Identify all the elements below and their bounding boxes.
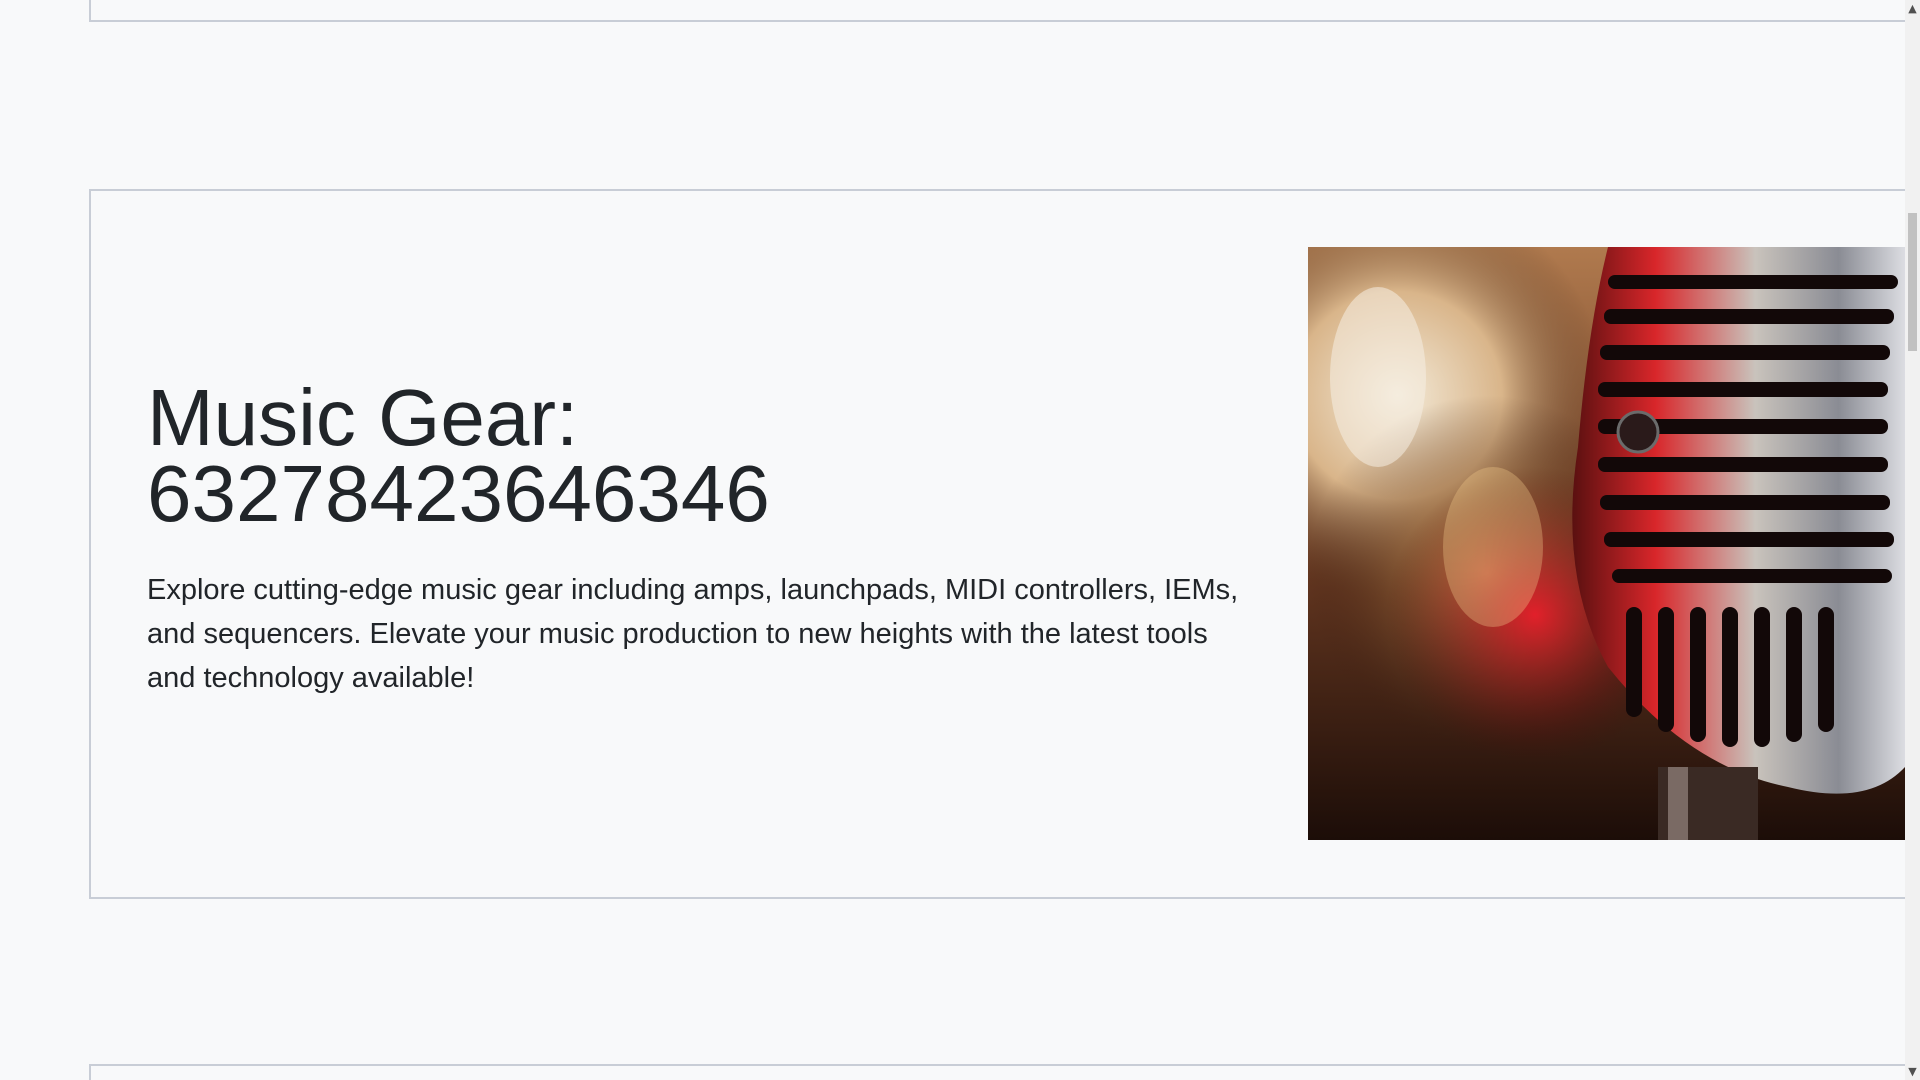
previous-card xyxy=(89,0,1909,22)
section-description: Explore cutting-edge music gear includin… xyxy=(147,574,1239,694)
scrollbar-thumb[interactable] xyxy=(1908,213,1917,351)
next-card xyxy=(89,1064,1909,1080)
vertical-scrollbar[interactable]: ▲ ▼ xyxy=(1905,0,1920,1080)
section-title-line-1: Music Gear: xyxy=(147,373,579,462)
section-title: Music Gear: 63278423646346 xyxy=(147,373,1247,538)
section-title-line-2: 63278423646346 xyxy=(147,449,770,538)
scroll-up-icon[interactable]: ▲ xyxy=(1905,0,1920,17)
page: Music Gear: 63278423646346 Explore cutti… xyxy=(0,0,1920,1080)
microphone-image xyxy=(1308,247,1905,840)
scroll-down-icon[interactable]: ▼ xyxy=(1905,1063,1920,1080)
